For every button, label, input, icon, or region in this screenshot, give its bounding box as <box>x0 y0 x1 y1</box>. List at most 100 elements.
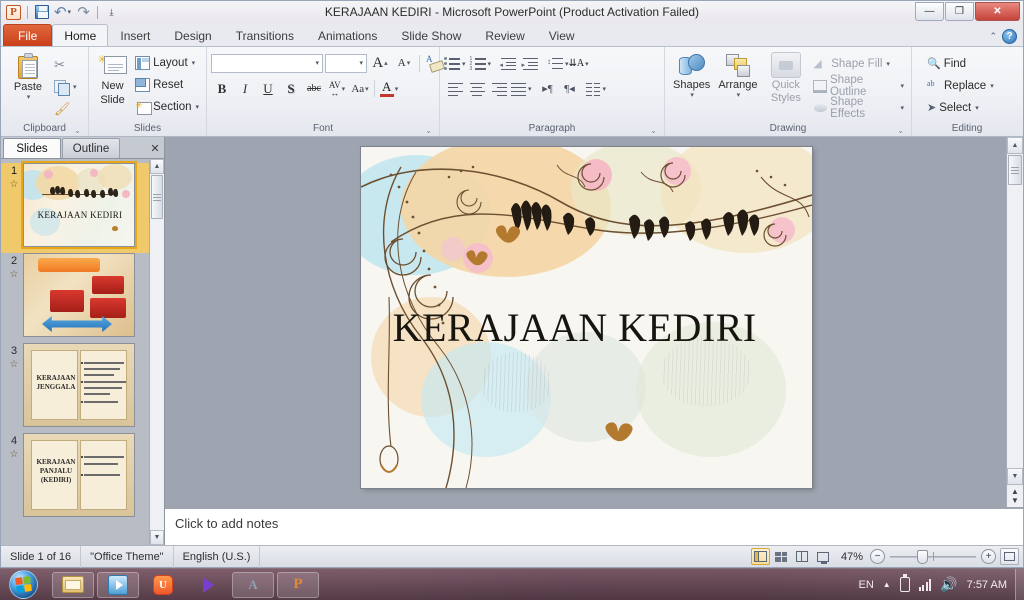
bold-button[interactable]: B <box>211 78 233 99</box>
decrease-indent-button[interactable]: ◂ <box>497 53 519 74</box>
scroll-down-button[interactable]: ▼ <box>1007 468 1023 485</box>
view-slideshow-button[interactable] <box>814 548 833 565</box>
find-button[interactable]: 🔍 Find <box>924 53 997 74</box>
font-size-combo[interactable]: ▾ <box>325 53 367 73</box>
show-desktop-button[interactable] <box>1015 568 1024 600</box>
drawing-dialog-launcher[interactable]: ⌄ <box>896 126 905 135</box>
justify-button[interactable]: ▾ <box>510 82 532 96</box>
theme-name[interactable]: "Office Theme" <box>81 545 174 568</box>
scrollbar-thumb[interactable] <box>151 175 163 219</box>
paste-button[interactable]: Paste ▾ <box>5 50 51 103</box>
scroll-down-button[interactable]: ▼ <box>150 530 164 545</box>
slide-title-text[interactable]: KERAJAAN KEDIRI <box>393 304 781 351</box>
language-indicator[interactable]: English (U.S.) <box>174 545 261 568</box>
zoom-slider[interactable] <box>890 549 976 564</box>
collapse-ribbon-icon[interactable]: ⌃ <box>989 31 997 42</box>
slide-thumbnail-4[interactable]: 4 ☆ KERAJAAN PANJALU (KEDIRI) <box>1 433 164 523</box>
minimize-button[interactable]: — <box>915 2 944 21</box>
scroll-up-button[interactable]: ▲ <box>150 159 164 174</box>
clock[interactable]: 7:57 AM <box>967 579 1007 591</box>
tab-slides[interactable]: Slides <box>3 138 61 158</box>
language-indicator-tray[interactable]: EN <box>859 579 874 591</box>
new-slide-button[interactable]: ✳ New Slide <box>93 50 132 108</box>
underline-button[interactable]: U <box>257 78 279 99</box>
font-dialog-launcher[interactable]: ⌄ <box>424 126 433 135</box>
tab-design[interactable]: Design <box>162 25 223 46</box>
shapes-button[interactable]: Shapes ▾ <box>669 50 714 101</box>
slide-area-scrollbar[interactable]: ▲ ▼ ▲ ▼ <box>1006 137 1023 507</box>
view-reading-button[interactable] <box>793 548 812 565</box>
taskbar-item-app-window[interactable]: A <box>232 571 274 598</box>
zoom-level[interactable]: 47% <box>834 551 870 563</box>
close-panel-button[interactable]: ✕ <box>146 138 164 158</box>
tab-transitions[interactable]: Transitions <box>224 25 306 46</box>
slides-panel-scrollbar[interactable]: ▲ ▼ <box>149 159 164 545</box>
scrollbar-track[interactable] <box>150 220 164 530</box>
scrollbar-track[interactable] <box>1007 186 1023 468</box>
tab-outline[interactable]: Outline <box>62 138 120 158</box>
view-slide-sorter-button[interactable] <box>772 548 791 565</box>
tab-view[interactable]: View <box>537 25 587 46</box>
text-shadow-button[interactable]: S <box>280 78 302 99</box>
next-slide-button[interactable]: ▼ <box>1011 497 1019 505</box>
view-normal-button[interactable] <box>750 548 770 565</box>
volume-icon[interactable]: 🔊 <box>940 576 957 593</box>
select-button[interactable]: ➤ Select ▾ <box>924 97 997 118</box>
scroll-up-button[interactable]: ▲ <box>1007 137 1023 154</box>
quick-styles-button[interactable]: Quick Styles <box>761 50 810 106</box>
close-button[interactable]: ✕ <box>975 2 1020 21</box>
character-spacing-button[interactable]: AV ↔ ▾ <box>326 78 348 99</box>
columns-button[interactable]: ▾ <box>585 82 606 96</box>
show-hidden-icons-button[interactable]: ▲ <box>883 580 891 589</box>
tab-file[interactable]: File <box>3 24 53 46</box>
font-color-button[interactable]: A ▾ <box>378 78 400 99</box>
help-icon[interactable]: ? <box>1002 29 1017 44</box>
zoom-slider-handle[interactable] <box>917 550 928 564</box>
shape-outline-button[interactable]: Shape Outline ▾ <box>810 74 907 98</box>
fit-to-window-button[interactable] <box>1000 548 1019 565</box>
shape-effects-button[interactable]: Shape Effects ▾ <box>810 96 907 120</box>
bullets-button[interactable]: ▾ <box>444 56 466 71</box>
tab-animations[interactable]: Animations <box>306 25 389 46</box>
paragraph-dialog-launcher[interactable]: ⌄ <box>649 126 658 135</box>
previous-slide-button[interactable]: ▲ <box>1011 488 1019 496</box>
numbering-button[interactable]: 1 2 3 ▾ <box>470 56 492 72</box>
slide-thumbnail-2[interactable]: 2 ☆ <box>1 253 164 343</box>
taskbar-item-video-player[interactable] <box>187 572 229 598</box>
center-button[interactable] <box>466 78 488 99</box>
restore-button[interactable]: ❐ <box>945 2 974 21</box>
change-case-button[interactable]: Aa ▾ <box>349 78 371 99</box>
replace-button[interactable]: ab Replace ▾ <box>924 75 997 96</box>
battery-icon[interactable] <box>899 574 910 592</box>
grow-font-button[interactable]: A ▴ <box>369 53 391 74</box>
align-right-button[interactable] <box>488 78 510 99</box>
taskbar-item-explorer[interactable] <box>52 571 94 598</box>
customize-qat-button[interactable]: ⤓ <box>102 3 121 21</box>
align-left-button[interactable] <box>444 78 466 99</box>
font-name-combo[interactable]: ▾ <box>211 53 323 73</box>
tab-home[interactable]: Home <box>52 24 109 46</box>
redo-button[interactable]: ↷ <box>74 3 93 21</box>
current-slide[interactable]: KERAJAAN KEDIRI <box>361 147 812 488</box>
start-button[interactable] <box>0 570 46 600</box>
taskbar-item-media-player[interactable] <box>97 571 139 598</box>
copy-button[interactable]: ▾ <box>51 76 80 97</box>
slide-thumbnail-1[interactable]: 1 ☆ KERAJAAN KEDIRI <box>1 161 164 253</box>
strikethrough-button[interactable]: abc <box>303 78 325 99</box>
clipboard-dialog-launcher[interactable]: ⌄ <box>73 126 82 135</box>
rtl-button[interactable]: ¶◂ <box>559 78 581 99</box>
zoom-in-button[interactable]: + <box>981 549 996 564</box>
layout-button[interactable]: Layout ▾ <box>132 52 202 73</box>
format-painter-button[interactable]: 🖌 <box>51 98 80 119</box>
tab-slide-show[interactable]: Slide Show <box>389 25 473 46</box>
slide-thumbnail-list[interactable]: 1 ☆ KERAJAAN KEDIRI 2 ☆ 3 ☆ KERAJAAN JEN… <box>1 159 164 545</box>
tab-review[interactable]: Review <box>473 25 536 46</box>
scrollbar-thumb[interactable] <box>1008 155 1022 185</box>
save-button[interactable] <box>32 3 51 21</box>
slide-counter[interactable]: Slide 1 of 16 <box>1 545 82 568</box>
taskbar-item-powerpoint-window[interactable]: P <box>277 571 319 598</box>
ltr-button[interactable]: ▸¶ <box>537 78 559 99</box>
taskbar-item-uc-browser[interactable]: U <box>142 572 184 598</box>
shrink-font-button[interactable]: A ▾ <box>393 53 415 74</box>
shape-fill-button[interactable]: Shape Fill ▾ <box>810 53 907 74</box>
